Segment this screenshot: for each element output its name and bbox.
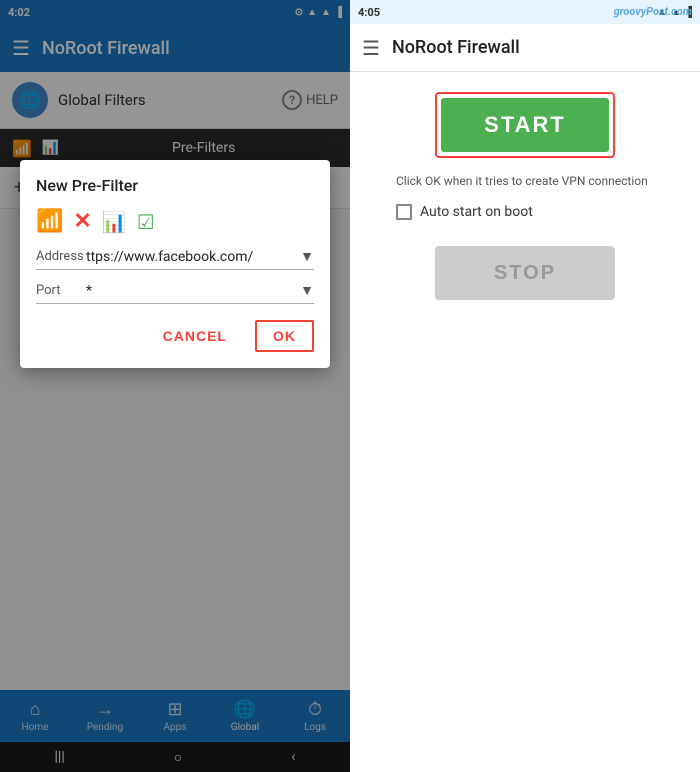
ok-button[interactable]: OK (255, 320, 314, 352)
auto-start-label: Auto start on boot (420, 204, 533, 220)
new-prefilter-dialog: New Pre-Filter 📶 ✕ 📊 ☑ Address ttps://ww… (20, 160, 330, 368)
right-main-content: START Click OK when it tries to create V… (350, 72, 700, 772)
address-label: Address (36, 249, 86, 264)
right-time: 4:05 (358, 6, 380, 19)
dialog-check-icon[interactable]: ☑ (137, 210, 155, 234)
dialog-icons-row: 📶 ✕ 📊 ☑ (36, 209, 314, 234)
right-panel: 4:05 groovyPost.com ▲ ▲ ▐ ☰ NoRoot Firew… (350, 0, 700, 772)
address-value[interactable]: ttps://www.facebook.com/ (86, 249, 300, 265)
right-status-bar: 4:05 groovyPost.com ▲ ▲ ▐ (350, 0, 700, 24)
start-button[interactable]: START (441, 98, 609, 152)
dialog-wifi-icon[interactable]: 📶 (36, 209, 63, 234)
cancel-button[interactable]: CANCEL (151, 320, 239, 352)
right-menu-icon[interactable]: ☰ (362, 36, 380, 60)
right-app-title: NoRoot Firewall (392, 37, 688, 58)
left-panel: 4:02 ⊙ ▲ ▲ ▐ ☰ NoRoot Firewall 🌐 Global … (0, 0, 350, 772)
stop-button[interactable]: STOP (435, 246, 615, 300)
vpn-hint-text: Click OK when it tries to create VPN con… (366, 174, 684, 188)
auto-start-checkbox[interactable] (396, 204, 412, 220)
start-button-wrapper: START (435, 92, 615, 158)
dialog-actions: CANCEL OK (36, 320, 314, 352)
dialog-signal-icon[interactable]: 📊 (102, 210, 127, 234)
port-value[interactable]: * (86, 283, 300, 299)
dialog-title: New Pre-Filter (36, 176, 314, 195)
address-field[interactable]: Address ttps://www.facebook.com/ ▼ (36, 248, 314, 270)
watermark: groovyPost.com (614, 5, 692, 18)
port-field[interactable]: Port * ▼ (36, 282, 314, 304)
dialog-x-icon[interactable]: ✕ (73, 209, 91, 234)
auto-start-row[interactable]: Auto start on boot (366, 204, 684, 220)
dialog-overlay (0, 0, 350, 772)
port-dropdown-arrow[interactable]: ▼ (300, 282, 314, 299)
port-label: Port (36, 283, 86, 298)
address-dropdown-arrow[interactable]: ▼ (300, 248, 314, 265)
right-nav-bar: ☰ NoRoot Firewall (350, 24, 700, 72)
